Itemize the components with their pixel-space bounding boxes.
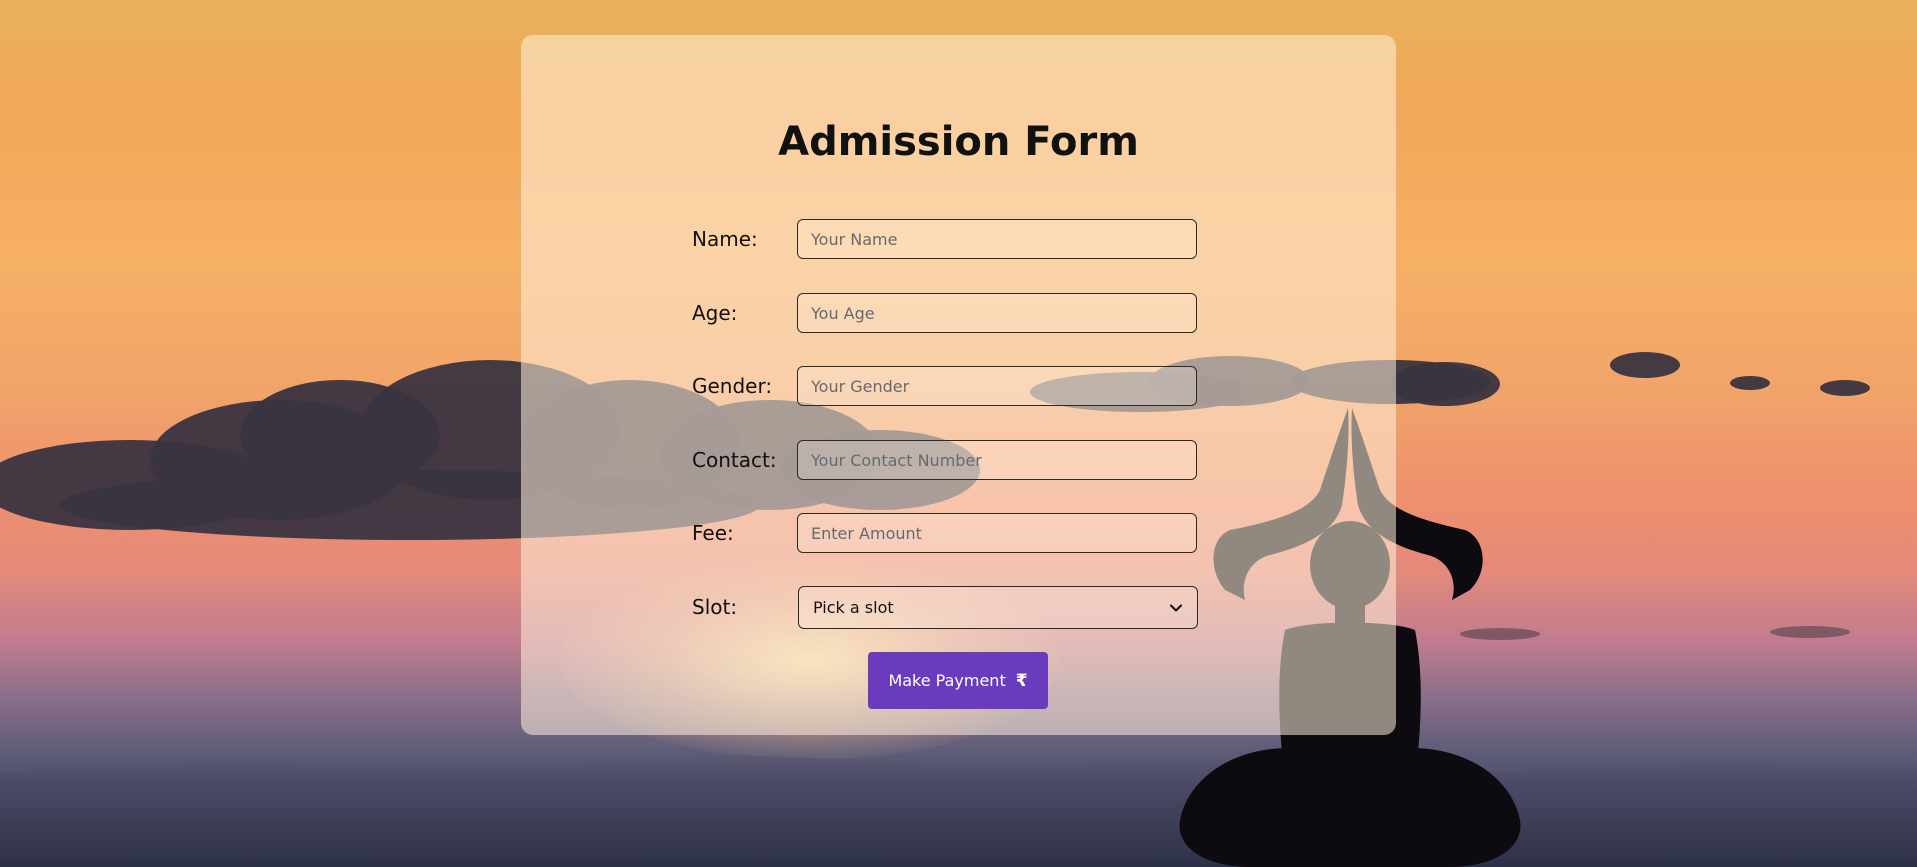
age-label: Age: xyxy=(692,301,738,325)
mountain-range xyxy=(0,754,1917,867)
slot-select[interactable]: Pick a slot xyxy=(798,586,1198,629)
form-title: Admission Form xyxy=(778,119,1139,165)
age-input[interactable] xyxy=(797,293,1197,333)
name-input[interactable] xyxy=(797,219,1197,259)
chevron-down-icon xyxy=(1170,604,1182,611)
slot-selected-value: Pick a slot xyxy=(813,598,894,617)
slot-label: Slot: xyxy=(692,595,738,619)
fee-label: Fee: xyxy=(692,521,734,545)
rupee-icon: ₹ xyxy=(1015,670,1028,691)
cloud xyxy=(1610,352,1680,378)
fee-input[interactable] xyxy=(797,513,1197,553)
cloud xyxy=(1770,626,1850,638)
make-payment-button[interactable]: Make Payment ₹ xyxy=(868,652,1048,709)
gender-input[interactable] xyxy=(797,366,1197,406)
gender-label: Gender: xyxy=(692,374,773,398)
make-payment-label: Make Payment xyxy=(888,671,1006,690)
cloud xyxy=(1820,380,1870,396)
contact-input[interactable] xyxy=(797,440,1197,480)
contact-label: Contact: xyxy=(692,448,777,472)
name-label: Name: xyxy=(692,227,758,251)
cloud xyxy=(1730,376,1770,390)
admission-form-card: Admission Form Name: Age: Gender: Contac… xyxy=(521,35,1396,735)
